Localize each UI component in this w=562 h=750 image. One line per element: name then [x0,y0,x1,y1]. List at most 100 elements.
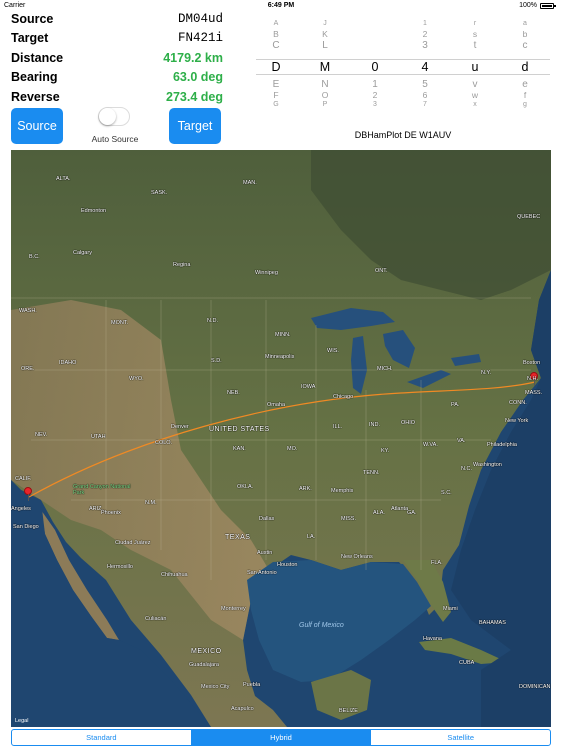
picker-selected-value[interactable]: d [511,61,539,74]
toggle-knob [99,108,116,125]
picker-option[interactable]: a [511,20,539,27]
picker-selected-value[interactable]: M [311,61,339,74]
picker-option[interactable]: 5 [411,80,439,90]
battery-indicator: 100% [519,2,556,9]
picker-option[interactable]: r [461,20,489,27]
map-label: TENN. [363,470,380,476]
picker-selection-top [256,59,550,60]
picker-option[interactable]: N [311,80,339,90]
picker-selected-value[interactable]: u [461,61,489,74]
target-button[interactable]: Target [169,108,221,144]
map-label: TEXAS [225,534,251,541]
target-label: Target [11,31,49,45]
map-label: ONT. [375,268,388,274]
picker-option[interactable]: v [461,80,489,90]
picker-option[interactable]: x [461,101,489,108]
picker-option[interactable]: L [311,41,339,51]
source-button[interactable]: Source [11,108,63,144]
picker-option[interactable]: F [262,91,290,100]
picker-option[interactable]: E [262,80,290,90]
picker-option[interactable]: 2 [361,91,389,100]
picker-option[interactable]: c [511,41,539,51]
reverse-value: 273.4 deg [166,90,223,104]
map-label: SASK. [151,190,168,196]
map-label: Winnipeg [255,270,278,276]
map-label: LA. [307,534,316,540]
picker-option[interactable]: C [262,41,290,51]
picker-option[interactable]: 3 [411,41,439,51]
segment-satellite[interactable]: Satellite [371,730,550,745]
map-label: DOMINICAN [519,684,551,690]
picker-column-field-1[interactable]: ABCDEFG [262,18,290,110]
picker-option[interactable]: 2 [411,30,439,39]
picker-option[interactable]: 3 [361,101,389,108]
segment-hybrid[interactable]: Hybrid [191,730,372,745]
picker-selected-value[interactable]: 0 [361,61,389,74]
picker-caption: DBHamPlot DE W1AUV [354,130,452,140]
map-label: Memphis [331,488,354,494]
picker-option[interactable]: 1 [361,80,389,90]
map-label: Washington [473,462,502,468]
map-label: Puebla [243,682,261,688]
picker-column-subsquare-1[interactable]: rstuvwx [461,18,489,110]
picker-column-subsquare-2[interactable]: abcdefg [511,18,539,110]
map-label: Ciudad Juárez [115,540,151,546]
map-label: Miami [443,606,458,612]
map-label: CONN. [509,400,527,406]
picker-column-field-2[interactable]: JKLMNOP [311,18,339,110]
map-type-segmented-control[interactable]: Standard Hybrid Satellite [11,729,551,746]
map-label: Havana [423,636,442,642]
map-label: PA. [451,402,460,408]
bearing-row: Bearing 63.0 deg [11,70,223,89]
picker-option[interactable]: P [311,101,339,108]
map-label: Chihuahua [161,572,188,578]
map-label: BELIZE [339,708,358,714]
picker-column-square-2[interactable]: 1 2 3 4 567 [411,18,439,110]
picker-selected-value[interactable]: 4 [411,61,439,74]
picker-option[interactable]: A [262,20,290,27]
picker-option[interactable]: J [311,20,339,27]
battery-icon [540,2,556,9]
map-label: IDAHO [59,360,77,366]
picker-option[interactable]: O [311,91,339,100]
map-label: Phoenix [101,510,121,516]
segment-standard[interactable]: Standard [12,730,192,745]
picker-option[interactable]: G [262,101,290,108]
picker-option[interactable]: g [511,101,539,108]
source-row: Source DM04ud [11,12,223,31]
map-label: Calgary [73,250,92,256]
picker-option[interactable]: 1 [411,20,439,27]
picker-option[interactable]: 6 [411,91,439,100]
auto-source-label: Auto Source [91,134,139,144]
map-label: WIS. [327,348,339,354]
map-label: NEV. [35,432,48,438]
source-pin[interactable] [23,487,33,501]
map-view[interactable]: ALTA. SASK. MAN. ONT. QUEBEC Edmonton Ca… [11,150,551,727]
map-label: QUEBEC [517,214,541,220]
legal-link[interactable]: Legal [15,718,28,724]
locator-picker[interactable]: ABCDEFG JKLMNOP 0123 1234567 rstuvwx abc… [256,18,550,110]
map-label: MICH. [377,366,393,372]
map-label: San Antonio [247,570,277,576]
picker-selected-value[interactable]: D [262,61,290,74]
map-label: Edmonton [81,208,107,214]
picker-option[interactable]: s [461,30,489,39]
picker-option[interactable]: 7 [411,101,439,108]
reverse-label: Reverse [11,90,60,104]
map-label: Mexico City [201,684,230,690]
picker-option[interactable]: K [311,30,339,39]
picker-option[interactable]: e [511,80,539,90]
map-label: MINN. [275,332,291,338]
map-label: IOWA [301,384,316,390]
picker-option[interactable]: w [461,91,489,100]
picker-option[interactable]: f [511,91,539,100]
map-label: B.C. [29,254,40,260]
auto-source-toggle[interactable] [98,107,130,126]
map-label: WASH. [19,308,37,314]
picker-option[interactable]: B [262,30,290,39]
picker-column-square-1[interactable]: 0 123 [361,18,389,110]
picker-option[interactable]: b [511,30,539,39]
map-label: NEB. [227,390,240,396]
battery-percent: 100% [519,2,537,9]
picker-option[interactable]: t [461,41,489,51]
